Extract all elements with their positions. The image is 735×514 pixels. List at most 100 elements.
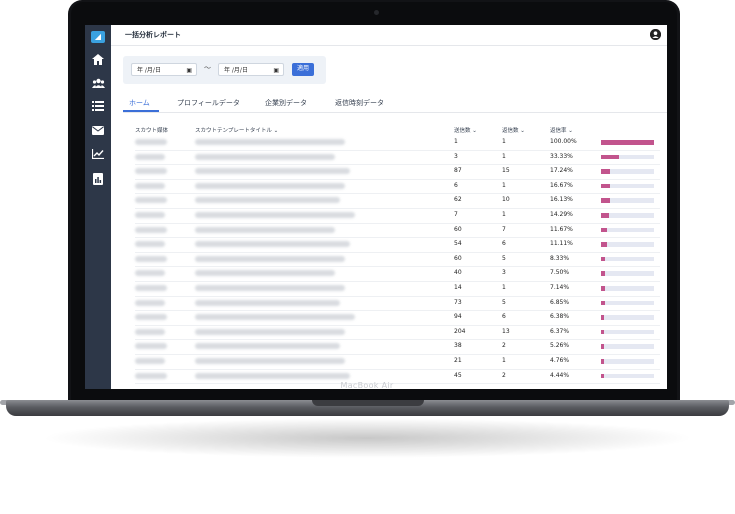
table-row[interactable]: 7 1 14.29% <box>135 208 660 224</box>
reply-count-cell: 7 <box>502 225 506 233</box>
reply-rate-cell: 7.50% <box>550 269 570 277</box>
sent-count-cell: 94 <box>454 313 462 321</box>
tab-reply-time-data[interactable]: 返信時刻データ <box>335 98 384 108</box>
table-row[interactable]: 38 2 5.26% <box>135 339 660 355</box>
redacted-media-cell <box>135 212 165 218</box>
redacted-template-cell <box>195 212 355 218</box>
redacted-template-cell <box>195 197 340 204</box>
table-row[interactable]: 6 1 16.67% <box>135 179 660 195</box>
table-row[interactable]: 3 1 33.33% <box>135 150 660 166</box>
reply-rate-cell: 6.85% <box>550 298 570 306</box>
redacted-template-cell <box>195 139 345 145</box>
app-logo-icon[interactable]: ◢ <box>91 31 105 43</box>
column-header-rate[interactable]: 返信率 ⌄ <box>550 126 573 134</box>
table-row[interactable]: 73 5 6.85% <box>135 296 660 312</box>
table-row[interactable]: 62 10 16.13% <box>135 193 660 209</box>
column-header-sent[interactable]: 送信数 ⌄ <box>454 126 477 134</box>
reply-rate-cell: 14.29% <box>550 211 573 218</box>
reply-count-cell: 1 <box>502 181 506 189</box>
redacted-template-cell <box>195 182 345 189</box>
calendar-icon[interactable]: ▣ <box>186 64 192 77</box>
table-row[interactable]: 94 6 6.38% <box>135 310 660 326</box>
table-row[interactable]: 60 5 8.33% <box>135 252 660 268</box>
user-account-icon[interactable] <box>650 29 661 40</box>
redacted-template-cell <box>195 226 335 233</box>
reply-rate-bar <box>601 373 654 379</box>
list-icon[interactable] <box>90 101 106 115</box>
tab-home[interactable]: ホーム <box>129 98 150 108</box>
reply-rate-bar-fill <box>601 227 608 233</box>
user-account-icon-svg <box>650 29 661 40</box>
end-date-input[interactable]: 年 /月/日 ▣ <box>218 63 284 76</box>
sent-count-cell: 1 <box>454 138 458 145</box>
camera-icon <box>374 10 379 15</box>
page-title: 一括分析レポート <box>125 31 181 39</box>
calendar-icon[interactable]: ▣ <box>273 64 279 77</box>
date-filter: 年 /月/日 ▣ 〜 年 /月/日 ▣ 適用 <box>123 56 326 84</box>
line-chart-icon[interactable] <box>90 149 106 163</box>
home-icon[interactable] <box>90 54 106 68</box>
reply-rate-bar <box>601 344 654 349</box>
reply-count-cell: 6 <box>502 313 506 321</box>
laptop-base: MacBook Air <box>0 381 735 440</box>
list-icon-svg <box>92 101 104 111</box>
sent-count-cell: 45 <box>454 371 462 379</box>
redacted-template-cell <box>195 314 355 321</box>
redacted-template-cell <box>195 358 345 364</box>
table-row[interactable]: 204 13 6.37% <box>135 325 660 341</box>
redacted-media-cell <box>135 270 165 277</box>
table-row[interactable]: 1 1 100.00% <box>135 135 660 151</box>
column-header-replies[interactable]: 返信数 ⌄ <box>502 126 525 134</box>
reply-rate-bar-fill <box>601 183 610 189</box>
tab-company-data[interactable]: 企業別データ <box>265 98 307 108</box>
redacted-media-cell <box>135 314 167 321</box>
reply-rate-cell: 33.33% <box>550 152 573 160</box>
sent-count-cell: 73 <box>454 298 462 306</box>
reply-rate-bar <box>601 300 654 306</box>
end-date-placeholder: 年 /月/日 <box>224 67 248 74</box>
table-row[interactable]: 14 1 7.14% <box>135 281 660 297</box>
redacted-template-cell <box>195 372 350 379</box>
sent-count-cell: 7 <box>454 211 458 218</box>
reply-count-cell: 15 <box>502 167 510 175</box>
app-screen: ◢ 一括分析レポート 年 /月/日 ▣ 〜 年 /月/日 ▣ 適用 ホーム プロ… <box>85 25 667 389</box>
report-icon[interactable] <box>90 173 106 187</box>
reply-rate-bar <box>601 169 654 174</box>
redacted-media-cell <box>135 372 167 379</box>
reply-rate-bar-fill <box>601 169 611 174</box>
redacted-media-cell <box>135 197 167 204</box>
apply-button[interactable]: 適用 <box>292 63 314 76</box>
users-icon[interactable] <box>90 78 106 92</box>
reply-rate-bar-fill <box>601 213 609 218</box>
tab-profile-data[interactable]: プロフィールデータ <box>177 98 240 108</box>
brand-label: MacBook Air <box>340 381 394 390</box>
reply-rate-cell: 5.26% <box>550 342 570 350</box>
sent-count-cell: 204 <box>454 327 466 335</box>
table-row[interactable]: 60 7 11.67% <box>135 223 660 239</box>
redacted-media-cell <box>135 226 167 233</box>
reply-rate-bar <box>601 359 654 364</box>
mail-icon[interactable] <box>90 125 106 139</box>
redacted-template-cell <box>195 328 345 335</box>
sent-count-cell: 60 <box>454 225 462 233</box>
reply-rate-cell: 100.00% <box>550 138 577 145</box>
reply-rate-cell: 11.11% <box>550 240 573 248</box>
redacted-template-cell <box>195 285 345 291</box>
table-row[interactable]: 87 15 17.24% <box>135 164 660 180</box>
reply-rate-bar <box>601 213 654 218</box>
table-row[interactable]: 40 3 7.50% <box>135 266 660 282</box>
redacted-media-cell <box>135 358 165 364</box>
reply-rate-bar <box>601 140 654 145</box>
table-row[interactable]: 54 6 11.11% <box>135 237 660 253</box>
reply-count-cell: 3 <box>502 269 506 277</box>
table-row[interactable]: 21 1 4.76% <box>135 354 660 370</box>
report-icon-svg <box>93 173 103 185</box>
sent-count-cell: 14 <box>454 284 462 291</box>
start-date-input[interactable]: 年 /月/日 ▣ <box>131 63 197 76</box>
column-header-template[interactable]: スカウトテンプレートタイトル ⌄ <box>195 126 278 134</box>
sent-count-cell: 40 <box>454 269 462 277</box>
mail-icon-svg <box>92 126 104 135</box>
reply-rate-bar-fill <box>601 329 605 335</box>
column-header-media: スカウト媒体 <box>135 128 169 134</box>
reply-rate-bar-fill <box>601 373 604 379</box>
